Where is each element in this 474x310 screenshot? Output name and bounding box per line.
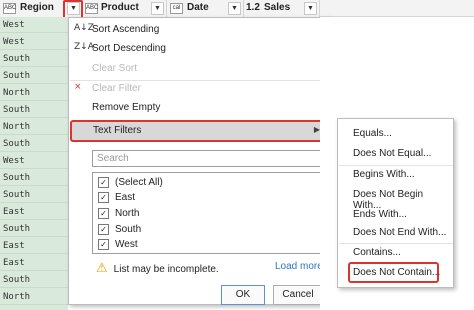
table-cell[interactable]: South: [0, 102, 68, 118]
does-not-end-with-item[interactable]: Does Not End With...: [353, 227, 446, 238]
text-filters-label: Text Filters: [93, 125, 142, 136]
load-more-link[interactable]: Load more: [275, 261, 323, 272]
table-cell[interactable]: South: [0, 170, 68, 186]
ends-with-item[interactable]: Ends With...: [353, 209, 407, 220]
table-cell[interactable]: North: [0, 289, 68, 305]
checkbox[interactable]: ✓: [98, 191, 109, 203]
sort-descending-item[interactable]: Sort Descending: [92, 43, 166, 54]
clear-filter-icon: ⨯: [74, 82, 82, 92]
header-label: Product: [101, 2, 139, 13]
table-cell[interactable]: North: [0, 85, 68, 101]
decimal-type-icon: 1.2: [246, 2, 260, 13]
table-cell[interactable]: West: [0, 34, 68, 50]
header-label: Sales: [264, 2, 291, 13]
table-cell[interactable]: East: [0, 255, 68, 271]
table-cell[interactable]: North: [0, 119, 68, 135]
menu-separator: [339, 165, 453, 166]
list-item-label: South: [115, 224, 142, 235]
equals-item[interactable]: Equals...: [353, 128, 392, 139]
clear-sort-item[interactable]: Clear Sort: [92, 63, 137, 74]
list-item[interactable]: ✓ South: [98, 223, 141, 237]
checkbox[interactable]: ✓: [98, 238, 109, 250]
text-filters-submenu: Equals... Does Not Equal... Begins With.…: [337, 118, 454, 288]
value-checkbox-list: ✓ (Select All) ✓ East ✓ North ✓ South ✓ West: [92, 172, 321, 254]
table-cell[interactable]: South: [0, 136, 68, 152]
filter-dropdown-icon[interactable]: ▼: [228, 2, 241, 15]
filter-dropdown-icon[interactable]: ▼: [151, 2, 164, 15]
clear-filter-item[interactable]: Clear Filter: [92, 83, 141, 94]
table-cell[interactable]: East: [0, 204, 68, 220]
calendar-icon: cal: [170, 3, 183, 14]
table-cell[interactable]: East: [0, 238, 68, 254]
remove-empty-item[interactable]: Remove Empty: [92, 102, 160, 113]
ok-button[interactable]: OK: [221, 285, 265, 305]
list-item-label: East: [115, 192, 136, 203]
text-type-icon: ABC: [85, 3, 98, 14]
table-cell[interactable]: West: [0, 17, 68, 33]
contains-item[interactable]: Contains...: [353, 247, 401, 258]
header-label: Date: [187, 2, 209, 13]
incomplete-warning: ⚠ List may be incomplete.: [96, 260, 219, 276]
list-item[interactable]: ✓ East: [98, 191, 135, 205]
header-sales[interactable]: 1.2 Sales ▼: [244, 0, 320, 17]
warning-text: List may be incomplete.: [113, 264, 219, 275]
table-cell[interactable]: South: [0, 272, 68, 288]
table-cell[interactable]: South: [0, 187, 68, 203]
does-not-begin-with-item[interactable]: Does Not Begin With...: [353, 189, 453, 211]
list-item[interactable]: ✓ West: [98, 238, 138, 252]
table-cell[interactable]: South: [0, 51, 68, 67]
text-type-icon: ABC: [3, 3, 16, 14]
header-date[interactable]: cal Date ▼: [167, 0, 244, 17]
checkbox[interactable]: ✓: [98, 223, 109, 235]
menu-separator: [70, 80, 328, 81]
sort-ascending-icon: A↓Z: [74, 23, 94, 33]
region-column: West West South South North South North …: [0, 17, 68, 310]
table-cell[interactable]: South: [0, 221, 68, 237]
text-filters-item[interactable]: Text Filters ▶: [70, 120, 327, 142]
header-product[interactable]: ABC Product ▼: [83, 0, 167, 17]
header-label: Region: [20, 2, 54, 13]
list-item[interactable]: ✓ North: [98, 207, 139, 221]
list-item-label: (Select All): [115, 177, 163, 188]
checkbox[interactable]: ✓: [98, 176, 109, 188]
does-not-equal-item[interactable]: Does Not Equal...: [353, 148, 431, 159]
cancel-button[interactable]: Cancel: [273, 285, 323, 305]
sort-descending-icon: Z↓A: [74, 42, 94, 52]
sort-ascending-item[interactable]: Sort Ascending: [92, 24, 159, 35]
list-item-label: North: [115, 208, 140, 219]
menu-separator: [339, 243, 453, 244]
list-item-label: West: [115, 239, 138, 250]
list-item[interactable]: ✓ (Select All): [98, 176, 163, 190]
table-cell[interactable]: West: [0, 153, 68, 169]
search-input[interactable]: Search: [92, 150, 321, 167]
filter-dropdown-menu: A↓Z Sort Ascending Z↓A Sort Descending C…: [68, 17, 330, 305]
table-cell[interactable]: South: [0, 68, 68, 84]
warning-icon: ⚠: [96, 260, 108, 275]
checkbox[interactable]: ✓: [98, 207, 109, 219]
begins-with-item[interactable]: Begins With...: [353, 169, 415, 180]
filter-dropdown-icon[interactable]: ▼: [304, 2, 317, 15]
does-not-contain-item[interactable]: Does Not Contain...: [353, 267, 440, 278]
